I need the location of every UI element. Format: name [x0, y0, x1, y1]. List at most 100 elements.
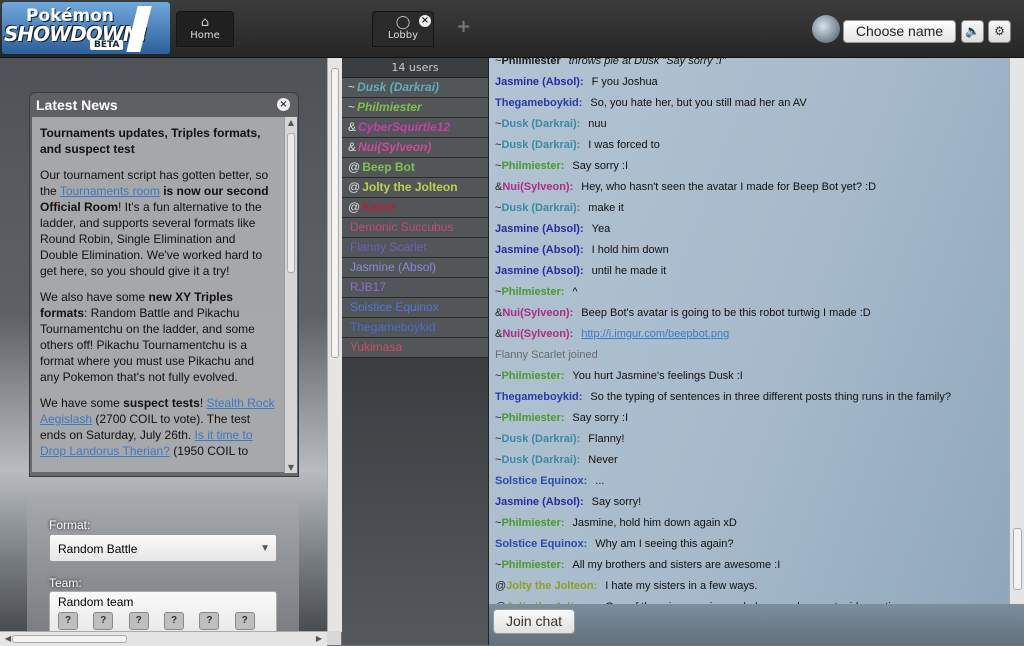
team-select[interactable]: Random team ? ? ? ? ? ?: [49, 591, 277, 632]
left-panel-hscroll-thumb[interactable]: [12, 635, 127, 643]
chat-username[interactable]: Jasmine (Absol):: [495, 265, 584, 277]
gear-icon[interactable]: ⚙: [988, 20, 1011, 43]
pokemon-showdown-logo[interactable]: Pokémon SHOWDOWN! BETA: [2, 2, 170, 54]
close-icon[interactable]: ×: [277, 98, 290, 111]
chat-rank-symbol: @: [495, 580, 507, 592]
news-scrollbar[interactable]: ▲ ▼: [284, 117, 297, 473]
chat-message: @Jolty the Jolteon:One of them is annoyi…: [489, 597, 1009, 604]
chat-text: F you Joshua: [591, 76, 658, 88]
user-list-item[interactable]: @ Katee: [342, 198, 488, 218]
user-name: Solstice Equinox: [350, 300, 439, 314]
choose-name-button[interactable]: Choose name: [843, 20, 956, 43]
news-scroll-thumb[interactable]: [287, 133, 295, 273]
chat-text: I hold him down: [591, 244, 669, 256]
user-name: Demonic Succubus: [350, 220, 454, 234]
chat-text: All my brothers and sisters are awesome …: [572, 559, 781, 571]
team-label: Team:: [49, 576, 82, 590]
chat-scrollbar[interactable]: [1009, 58, 1024, 604]
user-list-item[interactable]: Solstice Equinox: [342, 298, 488, 318]
user-rank-symbol: @: [348, 180, 361, 194]
chat-text: nuu: [588, 118, 607, 130]
scroll-up-icon[interactable]: ▲: [285, 118, 297, 127]
news-text: (1950 COIL to: [169, 444, 249, 458]
chat-messages: ~Philmiester throws pie at Dusk "Say sorr…: [489, 58, 1009, 604]
add-tab-button[interactable]: +: [456, 16, 471, 37]
battle-form: Format: Random Battle ▼ Team: Random tea…: [27, 496, 299, 632]
tab-lobby-label: Lobby: [387, 30, 419, 41]
chat-username[interactable]: Nui(Sylveon):: [502, 328, 573, 340]
tab-lobby[interactable]: ◯ Lobby ×: [372, 11, 434, 47]
chat-message: ~Philmiester: You hurt Jasmine's feelings…: [489, 366, 1009, 387]
user-list-item[interactable]: RJB17: [342, 278, 488, 298]
unknown-pokemon-icon: ?: [58, 612, 78, 630]
chat-username[interactable]: Jasmine (Absol):: [495, 76, 584, 88]
unknown-pokemon-icon: ?: [164, 612, 185, 630]
left-panel-scroll-thumb[interactable]: [331, 68, 339, 358]
user-name: Dusk (Darkrai): [357, 80, 440, 94]
chat-username[interactable]: Philmiester:: [501, 370, 564, 382]
tab-home[interactable]: ⌂ Home: [176, 11, 234, 47]
chat-username[interactable]: Philmiester: [501, 58, 560, 67]
chat-username[interactable]: Dusk (Darkrai):: [501, 454, 580, 466]
speaker-icon[interactable]: 🔈: [961, 20, 984, 43]
chat-link[interactable]: http://i.imgur.com/beepbot.png: [581, 328, 729, 340]
user-list-item[interactable]: & CyberSquirtle12: [342, 118, 488, 138]
chat-username[interactable]: Dusk (Darkrai):: [501, 139, 580, 151]
chat-log: ~Philmiester throws pie at Dusk "Say sorr…: [489, 58, 1009, 604]
chat-message: &Nui(Sylveon): Beep Bot's avatar is going…: [489, 303, 1009, 324]
left-panel-horizontal-scrollbar[interactable]: ◀ ▶: [0, 631, 327, 646]
user-name: CyberSquirtle12: [358, 120, 451, 134]
chat-username[interactable]: Thegameboykid:: [495, 391, 582, 403]
tournaments-room-link[interactable]: Tournaments room: [60, 184, 160, 198]
chat-username[interactable]: Jasmine (Absol):: [495, 244, 584, 256]
main-menu-panel: Latest News × Tournaments updates, Tripl…: [0, 58, 327, 632]
user-list-item[interactable]: & Nui(Sylveon): [342, 138, 488, 158]
chat-username[interactable]: Jasmine (Absol):: [495, 223, 584, 235]
chat-username[interactable]: Philmiester:: [501, 160, 564, 172]
scroll-down-icon[interactable]: ▼: [285, 463, 297, 472]
chat-username[interactable]: Philmiester:: [501, 412, 564, 424]
user-count: 14 users: [342, 58, 488, 78]
chat-username[interactable]: Nui(Sylveon):: [502, 181, 573, 193]
scroll-right-icon[interactable]: ▶: [313, 634, 325, 643]
format-select[interactable]: Random Battle ▼: [49, 534, 277, 562]
user-list-item[interactable]: ~ Philmiester: [342, 98, 488, 118]
user-list-item[interactable]: @ Beep Bot: [342, 158, 488, 178]
left-panel-vertical-scrollbar[interactable]: [327, 58, 342, 632]
chat-notice-text: Flanny Scarlet joined: [495, 349, 598, 361]
chat-username[interactable]: Solstice Equinox:: [495, 538, 587, 550]
user-list-item[interactable]: @ Jolty the Jolteon: [342, 178, 488, 198]
chat-username[interactable]: Jasmine (Absol):: [495, 496, 584, 508]
close-icon[interactable]: ×: [419, 15, 431, 27]
chat-username[interactable]: Philmiester:: [501, 517, 564, 529]
user-list-item[interactable]: Demonic Succubus: [342, 218, 488, 238]
user-list-item[interactable]: ~ Dusk (Darkrai): [342, 78, 488, 98]
chat-username[interactable]: Thegameboykid:: [495, 97, 582, 109]
chat-scroll-thumb[interactable]: [1013, 528, 1022, 590]
user-list-item[interactable]: Flanny Scarlet: [342, 238, 488, 258]
latest-news-box: Latest News × Tournaments updates, Tripl…: [29, 92, 299, 477]
chat-text: ^: [572, 286, 578, 298]
user-rank-symbol: ~: [348, 80, 356, 94]
chat-username[interactable]: Nui(Sylveon):: [502, 307, 573, 319]
chat-text: Say sorry :I: [572, 412, 629, 424]
user-rank-symbol: &: [348, 120, 357, 134]
chat-text: So the typing of sentences in three diff…: [590, 391, 951, 403]
user-list-item[interactable]: Yukimasa: [342, 338, 488, 358]
chat-username[interactable]: Philmiester:: [501, 559, 564, 571]
user-list-item[interactable]: Thegameboykid: [342, 318, 488, 338]
chat-text: Jasmine, hold him down again xD: [572, 517, 737, 529]
chat-message: ~Philmiester: All my brothers and sisters…: [489, 555, 1009, 576]
user-list-item[interactable]: Jasmine (Absol): [342, 258, 488, 278]
user-name: Beep Bot: [362, 160, 415, 174]
chat-text: Never: [588, 454, 618, 466]
chat-text: I hate my sisters in a few ways.: [605, 580, 758, 592]
chat-username[interactable]: Dusk (Darkrai):: [501, 202, 580, 214]
chat-username[interactable]: Dusk (Darkrai):: [501, 118, 580, 130]
news-paragraph-1: Our tournament script has gotten better,…: [40, 167, 276, 279]
chat-username[interactable]: Dusk (Darkrai):: [501, 433, 580, 445]
chat-username[interactable]: Philmiester:: [501, 286, 564, 298]
chat-username[interactable]: Solstice Equinox:: [495, 475, 587, 487]
join-chat-button[interactable]: Join chat: [493, 609, 575, 634]
chat-username[interactable]: Jolty the Jolteon:: [506, 580, 597, 592]
